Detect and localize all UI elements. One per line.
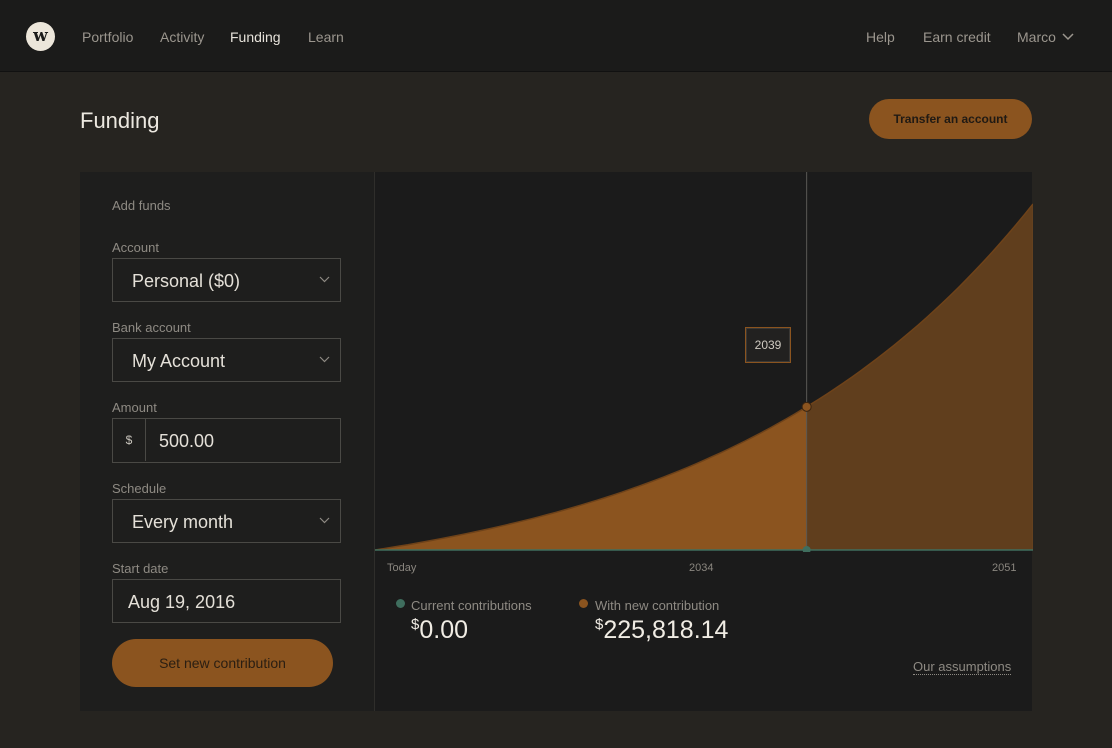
- x-tick-2034: 2034: [689, 562, 714, 574]
- legend-label-new: With new contribution: [595, 598, 720, 613]
- nav-help[interactable]: Help: [866, 29, 895, 45]
- legend-dot-new: [579, 599, 588, 608]
- legend-dot-current: [396, 599, 405, 608]
- bank-account-select[interactable]: My Account: [112, 338, 341, 382]
- our-assumptions-link[interactable]: Our assumptions: [913, 659, 1012, 675]
- new-contribution-value: $225,818.14: [595, 616, 729, 644]
- hover-year-tooltip: 2039: [745, 327, 791, 363]
- amount-label: Amount: [112, 400, 157, 415]
- projection-chart[interactable]: [375, 172, 1033, 552]
- projection-chart-panel: 2039 Today 2034 2051 Current contributio…: [374, 172, 1033, 711]
- chevron-down-icon: [319, 517, 330, 524]
- chevron-down-icon: [319, 276, 330, 283]
- hover-point-new-contribution: [801, 401, 812, 412]
- wealthfront-logo[interactable]: w: [26, 22, 55, 51]
- nav-portfolio[interactable]: Portfolio: [82, 29, 133, 45]
- account-select[interactable]: Personal ($0): [112, 258, 341, 302]
- amount-input-value: 500.00: [159, 431, 215, 451]
- chevron-down-icon: [319, 356, 330, 363]
- schedule-select[interactable]: Every month: [112, 499, 341, 543]
- page-title: Funding: [80, 108, 160, 133]
- bank-account-select-value: My Account: [132, 351, 226, 371]
- start-date-input[interactable]: Aug 19, 2016: [112, 579, 341, 623]
- area-with-new-contribution-future: [806, 204, 1033, 550]
- account-select-value: Personal ($0): [132, 271, 241, 291]
- schedule-label: Schedule: [112, 481, 167, 496]
- nav-learn[interactable]: Learn: [308, 29, 344, 45]
- nav-earn-credit[interactable]: Earn credit: [923, 29, 991, 45]
- schedule-select-value: Every month: [132, 512, 234, 532]
- legend-label-current: Current contributions: [411, 598, 532, 613]
- start-date-value: Aug 19, 2016: [128, 592, 236, 612]
- amount-input[interactable]: $ 500.00: [112, 418, 341, 463]
- top-nav-bar: w Portfolio Activity Funding Learn Help …: [0, 0, 1112, 72]
- area-with-new-contribution-past: [375, 406, 807, 550]
- add-funds-panel: Add funds Account Personal ($0) Bank acc…: [80, 172, 374, 711]
- nav-activity[interactable]: Activity: [160, 29, 204, 45]
- transfer-account-button[interactable]: Transfer an account: [869, 99, 1032, 139]
- nav-funding[interactable]: Funding: [230, 29, 281, 45]
- currency-prefix: $: [113, 419, 146, 461]
- x-tick-today: Today: [387, 562, 417, 574]
- set-new-contribution-button[interactable]: Set new contribution: [112, 639, 333, 687]
- current-contributions-value: $0.00: [411, 616, 469, 644]
- account-label: Account: [112, 240, 159, 255]
- start-date-label: Start date: [112, 561, 169, 576]
- section-title: Add funds: [112, 198, 171, 213]
- bank-account-label: Bank account: [112, 320, 191, 335]
- x-tick-2051: 2051: [992, 562, 1017, 574]
- chevron-down-icon[interactable]: [1062, 33, 1074, 41]
- user-menu[interactable]: Marco: [1017, 29, 1056, 45]
